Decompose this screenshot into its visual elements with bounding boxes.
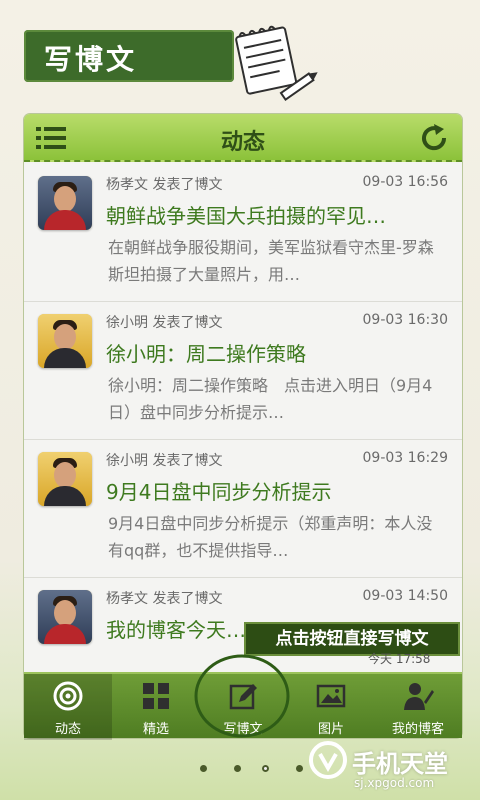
feed-list[interactable]: 杨孝文 发表了博文 09-03 16:56 朝鲜战争美国大兵拍摄的罕见… 在朝鲜…: [24, 164, 462, 674]
tab-label: 动态: [54, 722, 81, 737]
title-bar: 动态: [24, 114, 462, 162]
feed-item-author: 杨孝文 发表了博文: [106, 591, 223, 607]
page-indicator: [196, 762, 316, 776]
user-pen-icon: [404, 683, 434, 710]
tooltip-timestamp: 今天 17:58: [368, 652, 431, 666]
feed-item[interactable]: 徐小明 发表了博文 09-03 16:29 9月4日盘中同步分析提示 9月4日盘…: [24, 440, 462, 578]
feed-item-author: 徐小明 发表了博文: [106, 453, 223, 469]
tab-my-blog[interactable]: 我的博客: [374, 674, 462, 740]
feed-item-title[interactable]: 徐小明：周二操作策略: [106, 338, 446, 367]
feed-item[interactable]: 杨孝文 发表了博文 09-03 16:56 朝鲜战争美国大兵拍摄的罕见… 在朝鲜…: [24, 164, 462, 302]
feed-item[interactable]: 徐小明 发表了博文 09-03 16:30 徐小明：周二操作策略 徐小明：周二操…: [24, 302, 462, 440]
refresh-icon[interactable]: [418, 122, 450, 154]
watermark-title: 手机天堂: [352, 750, 448, 778]
page-dot[interactable]: [296, 765, 303, 772]
target-icon: [53, 681, 83, 711]
feed-item-title[interactable]: 朝鲜战争美国大兵拍摄的罕见…: [106, 200, 446, 229]
tab-label: 我的博客: [391, 722, 444, 737]
feed-item-excerpt: 9月4日盘中同步分析提示（郑重声明：本人没有qq群，也不提供指导…: [108, 514, 433, 560]
feed-item-author: 徐小明 发表了博文: [106, 315, 223, 331]
notepad-pencil-icon: [235, 25, 318, 101]
page-title: 动态: [220, 130, 265, 155]
tab-dynamic[interactable]: 动态: [24, 674, 112, 740]
feed-item-time: 09-03 14:50: [362, 588, 448, 604]
feed-item-title[interactable]: 9月4日盘中同步分析提示: [106, 476, 446, 505]
feed-item-excerpt: 在朝鲜战争服役期间，美军监狱看守杰里-罗森斯坦拍摄了大量照片，用…: [108, 238, 434, 284]
avatar[interactable]: [38, 452, 92, 506]
watermark-logo-icon: [309, 741, 347, 779]
tab-label: 图片: [317, 722, 344, 737]
page-dot[interactable]: [234, 765, 241, 772]
banner-label: 写博文: [44, 43, 138, 76]
page-dot-active[interactable]: [262, 765, 269, 772]
grid-icon: [143, 683, 169, 709]
tab-label: 精选: [142, 722, 169, 737]
page-dot[interactable]: [200, 765, 207, 772]
avatar[interactable]: [38, 176, 92, 230]
feed-item-time: 09-03 16:30: [362, 312, 448, 328]
highlight-circle: [194, 654, 290, 738]
feed-item-author: 杨孝文 发表了博文: [106, 177, 223, 193]
tab-pictures[interactable]: 图片: [287, 674, 375, 740]
watermark-url: sj.xpgod.com: [354, 776, 435, 790]
picture-icon: [316, 684, 346, 708]
avatar[interactable]: [38, 314, 92, 368]
write-blog-banner: 写博文: [24, 30, 234, 82]
feed-item-excerpt: 徐小明：周二操作策略 点击进入明日（9月4日）盘中同步分析提示…: [108, 376, 433, 422]
feed-item-time: 09-03 16:29: [362, 450, 448, 466]
feed-item-time: 09-03 16:56: [362, 174, 448, 190]
tab-featured[interactable]: 精选: [112, 674, 200, 740]
avatar[interactable]: [38, 590, 92, 644]
